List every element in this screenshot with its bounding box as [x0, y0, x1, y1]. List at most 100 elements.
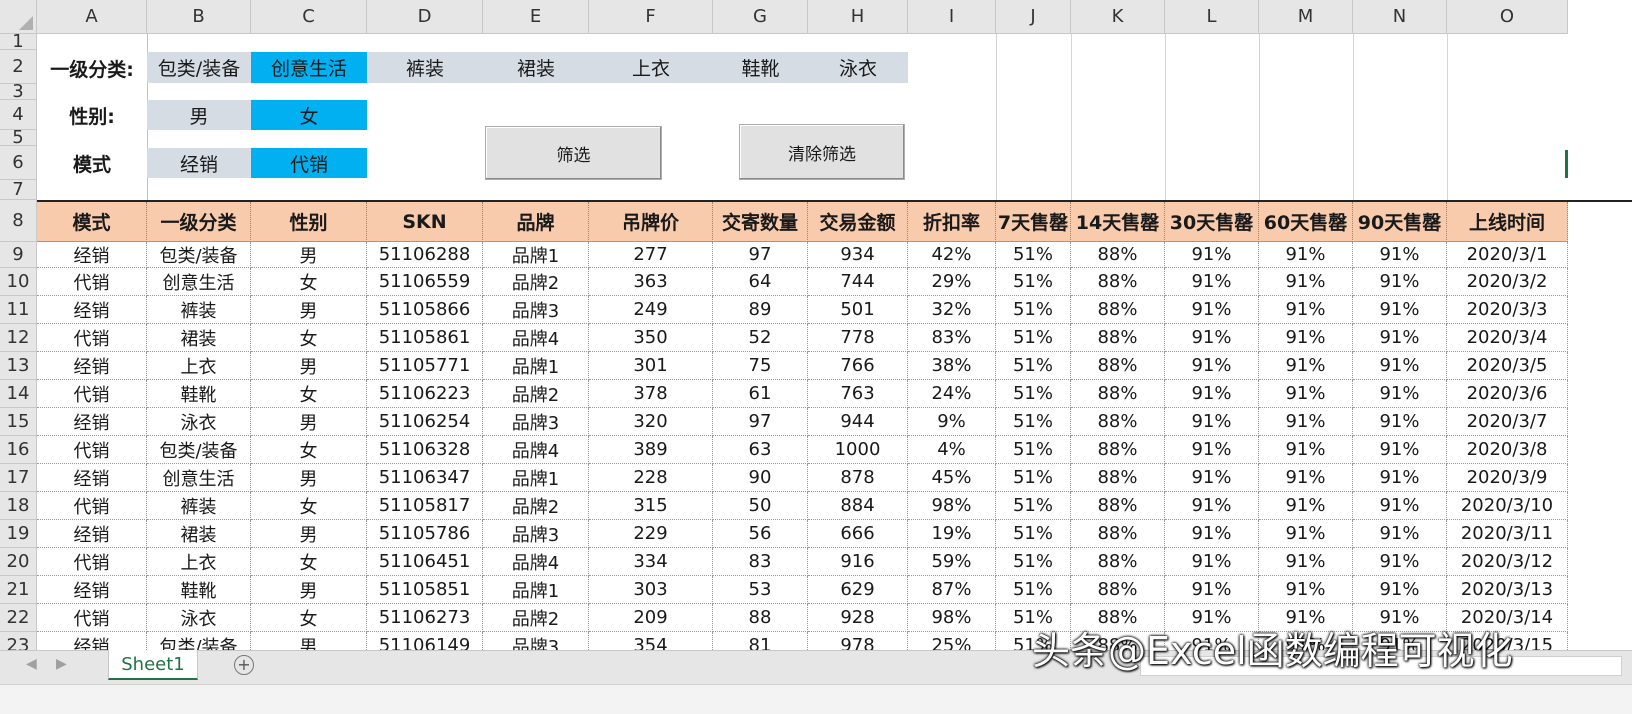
table-cell[interactable]: 品牌4 [483, 436, 589, 464]
table-cell[interactable]: 男 [251, 520, 367, 548]
table-cell[interactable]: 品牌1 [483, 576, 589, 604]
row-header-23[interactable]: 23 [0, 632, 37, 650]
table-cell[interactable]: 88% [1071, 436, 1165, 464]
filter-button[interactable]: 筛选 [485, 126, 662, 180]
table-cell[interactable]: 91% [1165, 464, 1259, 492]
table-cell[interactable]: 83 [713, 548, 808, 576]
column-header-k[interactable]: K [1071, 0, 1165, 34]
table-cell[interactable]: 91% [1165, 242, 1259, 268]
table-cell[interactable]: 916 [808, 548, 908, 576]
table-cell[interactable]: 2020/3/7 [1447, 408, 1568, 436]
table-cell[interactable]: 男 [251, 242, 367, 268]
table-cell[interactable]: 经销 [37, 352, 147, 380]
table-cell[interactable]: 91% [1259, 520, 1353, 548]
table-cell[interactable]: 男 [251, 296, 367, 324]
table-cell[interactable]: 代销 [37, 436, 147, 464]
table-cell[interactable]: 320 [589, 408, 713, 436]
table-cell[interactable]: 裤装 [147, 296, 251, 324]
tab-scroll-right-icon[interactable]: ▶ [56, 656, 67, 672]
row-header-2[interactable]: 2 [0, 50, 37, 84]
clear-filter-button[interactable]: 清除筛选 [739, 124, 905, 180]
table-cell[interactable]: 9% [908, 408, 996, 436]
table-cell[interactable]: 91% [1353, 242, 1447, 268]
column-header-a[interactable]: A [37, 0, 147, 34]
table-cell[interactable]: 38% [908, 352, 996, 380]
column-header-n[interactable]: N [1353, 0, 1447, 34]
row-header-9[interactable]: 9 [0, 242, 37, 268]
table-cell[interactable]: 350 [589, 324, 713, 352]
table-cell[interactable]: 91% [1353, 268, 1447, 296]
table-cell[interactable]: 91% [1259, 242, 1353, 268]
table-cell[interactable]: 64 [713, 268, 808, 296]
column-header-g[interactable]: G [713, 0, 808, 34]
table-cell[interactable]: 91% [1165, 576, 1259, 604]
table-cell[interactable]: 878 [808, 464, 908, 492]
table-cell[interactable]: 91% [1259, 324, 1353, 352]
table-cell[interactable]: 2020/3/2 [1447, 268, 1568, 296]
table-cell[interactable]: 品牌1 [483, 242, 589, 268]
column-header-j[interactable]: J [996, 0, 1071, 34]
table-cell[interactable]: 29% [908, 268, 996, 296]
table-cell[interactable]: 51% [996, 268, 1071, 296]
category-option[interactable]: 裙装 [483, 52, 589, 83]
tab-scroll-left-icon[interactable]: ◀ [26, 656, 37, 672]
row-header-17[interactable]: 17 [0, 464, 37, 492]
row-header-13[interactable]: 13 [0, 352, 37, 380]
table-cell[interactable]: 男 [251, 632, 367, 650]
sheet-tab-sheet1[interactable]: Sheet1 [108, 650, 198, 680]
row-header-5[interactable]: 5 [0, 127, 37, 148]
table-cell[interactable]: 778 [808, 324, 908, 352]
table-cell[interactable]: 88% [1071, 296, 1165, 324]
table-cell[interactable]: 91% [1165, 268, 1259, 296]
table-cell[interactable]: 51105786 [367, 520, 483, 548]
table-cell[interactable]: 91% [1353, 464, 1447, 492]
table-cell[interactable]: 51% [996, 520, 1071, 548]
table-cell[interactable]: 88% [1071, 464, 1165, 492]
table-cell[interactable]: 51106273 [367, 604, 483, 632]
table-cell[interactable]: 51105851 [367, 576, 483, 604]
table-cell[interactable]: 51% [996, 352, 1071, 380]
table-cell[interactable]: 男 [251, 464, 367, 492]
table-cell[interactable]: 品牌3 [483, 520, 589, 548]
table-cell[interactable]: 91% [1165, 436, 1259, 464]
table-cell[interactable]: 88% [1071, 492, 1165, 520]
table-cell[interactable]: 91% [1259, 464, 1353, 492]
table-cell[interactable]: 334 [589, 548, 713, 576]
table-cell[interactable]: 4% [908, 436, 996, 464]
table-cell[interactable]: 88% [1071, 576, 1165, 604]
table-cell[interactable]: 51105866 [367, 296, 483, 324]
column-header-f[interactable]: F [589, 0, 713, 34]
category-option[interactable]: 创意生活 [251, 52, 367, 83]
row-header-22[interactable]: 22 [0, 604, 37, 632]
row-header-19[interactable]: 19 [0, 520, 37, 548]
table-cell[interactable]: 88% [1071, 268, 1165, 296]
table-cell[interactable]: 2020/3/1 [1447, 242, 1568, 268]
table-cell[interactable]: 51% [996, 464, 1071, 492]
table-cell[interactable]: 629 [808, 576, 908, 604]
table-cell[interactable]: 91% [1259, 576, 1353, 604]
table-cell[interactable]: 51105817 [367, 492, 483, 520]
row-header-7[interactable]: 7 [0, 179, 37, 200]
column-header-l[interactable]: L [1165, 0, 1259, 34]
column-header-d[interactable]: D [367, 0, 483, 34]
table-cell[interactable]: 91% [1353, 296, 1447, 324]
row-header-10[interactable]: 10 [0, 268, 37, 296]
table-cell[interactable]: 91% [1353, 492, 1447, 520]
column-header-h[interactable]: H [808, 0, 908, 34]
table-cell[interactable]: 经销 [37, 296, 147, 324]
table-cell[interactable]: 51% [996, 324, 1071, 352]
row-header-16[interactable]: 16 [0, 436, 37, 464]
table-cell[interactable]: 56 [713, 520, 808, 548]
table-cell[interactable]: 88% [1071, 380, 1165, 408]
table-cell[interactable]: 53 [713, 576, 808, 604]
table-cell[interactable]: 51106328 [367, 436, 483, 464]
table-cell[interactable]: 42% [908, 242, 996, 268]
table-cell[interactable]: 2020/3/4 [1447, 324, 1568, 352]
table-cell[interactable]: 52 [713, 324, 808, 352]
table-cell[interactable]: 经销 [37, 242, 147, 268]
table-cell[interactable]: 品牌3 [483, 408, 589, 436]
table-cell[interactable]: 51106254 [367, 408, 483, 436]
column-header-c[interactable]: C [251, 0, 367, 34]
table-cell[interactable]: 91% [1353, 352, 1447, 380]
table-cell[interactable]: 上衣 [147, 352, 251, 380]
